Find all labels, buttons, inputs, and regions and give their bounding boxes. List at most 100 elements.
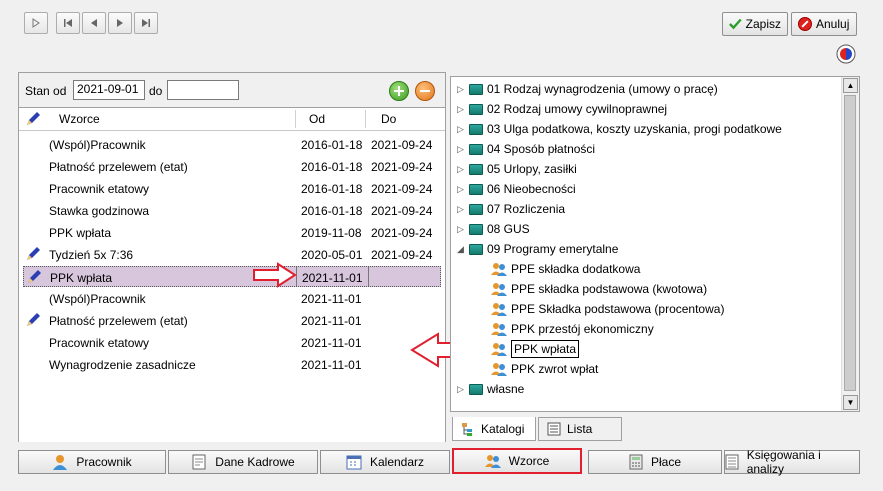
row-to: 2021-09-24	[371, 182, 433, 196]
row-name: Pracownik etatowy	[49, 182, 150, 196]
first-record-button[interactable]	[56, 12, 80, 34]
module-place-button[interactable]: Płace	[588, 450, 722, 474]
book-icon	[469, 123, 483, 135]
table-row[interactable]: Tydzień 5x 7:36 2020-05-01 2021-09-24	[23, 244, 441, 265]
pencil-icon	[27, 247, 40, 260]
tree-template-item[interactable]: PPE Składka podstawowa (procentowa)	[491, 299, 724, 319]
tab-lista[interactable]: Lista	[538, 417, 622, 441]
table-row[interactable]: Pracownik etatowy 2021-11-01	[23, 332, 441, 353]
save-button[interactable]: Zapisz	[722, 12, 788, 36]
ledger-icon	[725, 454, 739, 470]
book-icon	[469, 83, 483, 95]
scroll-thumb[interactable]	[844, 95, 856, 391]
row-name: Pracownik etatowy	[49, 336, 150, 350]
tree-item-label: 03 Ulga podatkowa, koszty uzyskania, pro…	[487, 122, 782, 136]
table-row[interactable]: (Wspól)Pracownik 2021-11-01	[23, 288, 441, 309]
tree-folder-item[interactable]: ▷ własne	[457, 379, 524, 399]
tree-folder-item[interactable]: ▷ 04 Sposób płatności	[457, 139, 595, 159]
record-navigator	[24, 12, 160, 34]
from-label: Stan od	[25, 84, 67, 98]
header-to[interactable]: Do	[381, 112, 396, 126]
tree-template-item[interactable]: PPK zwrot wpłat	[491, 359, 598, 379]
add-button[interactable]	[389, 81, 409, 101]
tree-folder-item[interactable]: ▷ 07 Rozliczenia	[457, 199, 565, 219]
table-row[interactable]: Płatność przelewem (etat) 2016-01-18 2021-…	[23, 156, 441, 177]
tree-template-item-selected[interactable]: PPK wpłata	[491, 339, 580, 359]
people-icon	[491, 323, 507, 336]
people-icon	[491, 343, 507, 356]
color-toggle-button[interactable]	[836, 44, 856, 64]
tree-template-item[interactable]: PPK przestój ekonomiczny	[491, 319, 654, 339]
row-from: 2021-11-01	[301, 314, 362, 328]
prev-record-icon	[91, 19, 97, 27]
module-ksiegowania-button[interactable]: Księgowania i analizy	[724, 448, 860, 476]
templates-panel: Stan od 2021-09-01 do Wzorce Od Do (Wspó…	[18, 72, 446, 442]
row-from: 2021-11-01	[302, 271, 363, 285]
tree-folder-item[interactable]: ▷ 02 Rodzaj umowy cywilnoprawnej	[457, 99, 667, 119]
tree-folder-item[interactable]: ▷ 03 Ulga podatkowa, koszty uzyskania, pr…	[457, 119, 782, 139]
book-icon	[469, 243, 483, 255]
row-to: 2021-09-24	[371, 138, 433, 152]
row-name: PPK wpłata	[49, 226, 112, 240]
header-from[interactable]: Od	[309, 112, 325, 126]
row-from: 2021-11-01	[301, 292, 362, 306]
tree-item-label: 04 Sposób płatności	[487, 142, 596, 156]
row-name: (Wspól)Pracownik	[49, 138, 146, 152]
calendar-icon	[346, 455, 362, 470]
row-from: 2016-01-18	[301, 182, 363, 196]
table-row[interactable]: PPK wpłata 2019-11-08 2021-09-24	[23, 222, 441, 243]
templates-grid: Wzorce Od Do (Wspól)Pracownik 2016-01-18 2…	[19, 107, 445, 442]
header-name[interactable]: Wzorce	[59, 112, 100, 126]
module-dane-kadrowe-button[interactable]: Dane Kadrowe	[168, 450, 318, 474]
tree-item-label: 05 Urlopy, zasiłki	[487, 162, 577, 176]
prev-record-button[interactable]	[82, 12, 106, 34]
row-name: Płatność przelewem (etat)	[49, 160, 188, 174]
tree-item-label: PPK wpłata	[511, 340, 580, 358]
table-row[interactable]: (Wspól)Pracownik 2016-01-18 2021-09-24	[23, 134, 441, 155]
table-row[interactable]: Pracownik etatowy 2016-01-18 2021-09-24	[23, 178, 441, 199]
book-icon	[469, 223, 483, 235]
row-to: 2021-09-24	[371, 248, 433, 262]
tree-folder-item[interactable]: ▷ 05 Urlopy, zasiłki	[457, 159, 577, 179]
last-record-icon	[142, 19, 150, 27]
tab-label: Katalogi	[481, 421, 525, 436]
row-from: 2016-01-18	[301, 138, 363, 152]
tree-item-label: PPE składka podstawowa (kwotowa)	[511, 282, 708, 296]
tree-folder-item[interactable]: ▷ 08 GUS	[457, 219, 530, 239]
to-date-input[interactable]	[167, 80, 239, 100]
new-record-button[interactable]	[24, 12, 48, 34]
tree-item-label: własne	[487, 382, 525, 396]
table-row-selected[interactable]: PPK wpłata 2021-11-01	[23, 266, 441, 287]
module-wzorce-button[interactable]: Wzorce	[452, 448, 582, 474]
scroll-down-button[interactable]: ▼	[843, 395, 858, 410]
tab-label: Lista	[567, 422, 593, 436]
table-row[interactable]: Wynagrodzenie zasadnicze 2021-11-01	[23, 354, 441, 375]
save-label: Zapisz	[745, 17, 781, 31]
tree-template-item[interactable]: PPE składka dodatkowa	[491, 259, 640, 279]
row-name: (Wspól)Pracownik	[49, 292, 146, 306]
cancel-button[interactable]: Anuluj	[791, 12, 857, 36]
from-date-input[interactable]: 2021-09-01	[73, 80, 145, 100]
document-icon	[192, 454, 206, 470]
tree-folder-item-expanded[interactable]: ◢ 09 Programy emerytalne	[457, 239, 618, 259]
cancel-icon	[798, 17, 812, 31]
next-record-button[interactable]	[108, 12, 132, 34]
table-row[interactable]: Płatność przelewem (etat) 2021-11-01	[23, 310, 441, 331]
tree-scrollbar[interactable]: ▲ ▼	[841, 77, 859, 411]
module-kalendarz-button[interactable]: Kalendarz	[320, 450, 450, 474]
tree-item-label: 01 Rodzaj wynagrodzenia (umowy o pracę)	[487, 82, 718, 96]
last-record-button[interactable]	[134, 12, 158, 34]
module-pracownik-button[interactable]: Pracownik	[18, 450, 166, 474]
tree-folder-item[interactable]: ▷ 06 Nieobecności	[457, 179, 576, 199]
tab-katalogi[interactable]: Katalogi	[452, 417, 536, 441]
people-icon	[491, 363, 507, 376]
person-icon	[53, 455, 68, 470]
tree-folder-item[interactable]: ▷ 01 Rodzaj wynagrodzenia (umowy o pracę)	[457, 79, 718, 99]
remove-button[interactable]	[415, 81, 435, 101]
scroll-up-button[interactable]: ▲	[843, 78, 858, 93]
row-to: 2021-09-24	[371, 160, 433, 174]
book-icon	[469, 183, 483, 195]
from-date-value: 2021-09-01	[77, 82, 139, 96]
table-row[interactable]: Stawka godzinowa 2016-01-18 2021-09-24	[23, 200, 441, 221]
tree-template-item[interactable]: PPE składka podstawowa (kwotowa)	[491, 279, 707, 299]
